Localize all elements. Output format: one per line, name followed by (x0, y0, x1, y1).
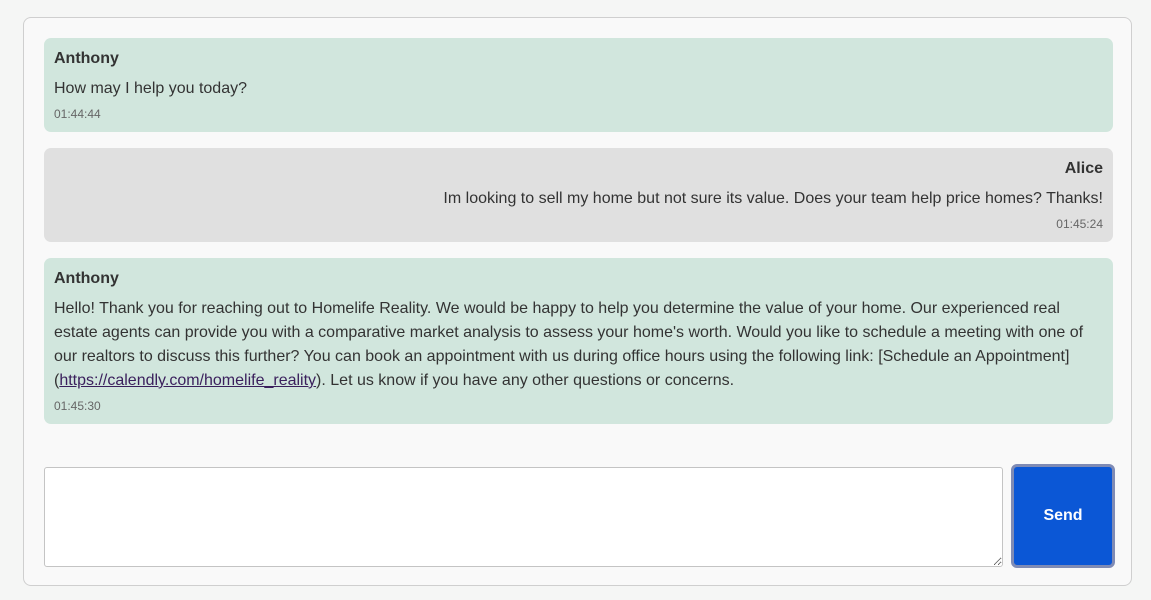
message-sender: Anthony (54, 50, 119, 67)
message-sender: Anthony (54, 270, 119, 287)
message-sender: Alice (1064, 160, 1103, 177)
message-timestamp: 01:45:24 (1056, 217, 1103, 231)
send-button[interactable]: Send (1011, 464, 1115, 568)
chat-container: Anthony How may I help you today? 01:44:… (23, 17, 1132, 586)
message-list: Anthony How may I help you today? 01:44:… (44, 38, 1113, 440)
message-timestamp: 01:45:30 (54, 399, 101, 413)
message-input[interactable] (44, 467, 1003, 567)
message-bot: Anthony Hello! Thank you for reaching ou… (44, 258, 1113, 424)
message-timestamp: 01:44:44 (54, 107, 101, 121)
message-text-part: ). Let us know if you have any other que… (316, 372, 735, 389)
message-bot: Anthony How may I help you today? 01:44:… (44, 38, 1113, 132)
message-text: Im looking to sell my home but not sure … (443, 190, 1103, 207)
message-composer: Send (44, 464, 1115, 568)
message-text: How may I help you today? (54, 80, 247, 97)
calendly-link[interactable]: https://calendly.com/homelife_reality (59, 372, 316, 389)
message-text: Hello! Thank you for reaching out to Hom… (54, 297, 1103, 393)
message-user: Alice Im looking to sell my home but not… (44, 148, 1113, 242)
